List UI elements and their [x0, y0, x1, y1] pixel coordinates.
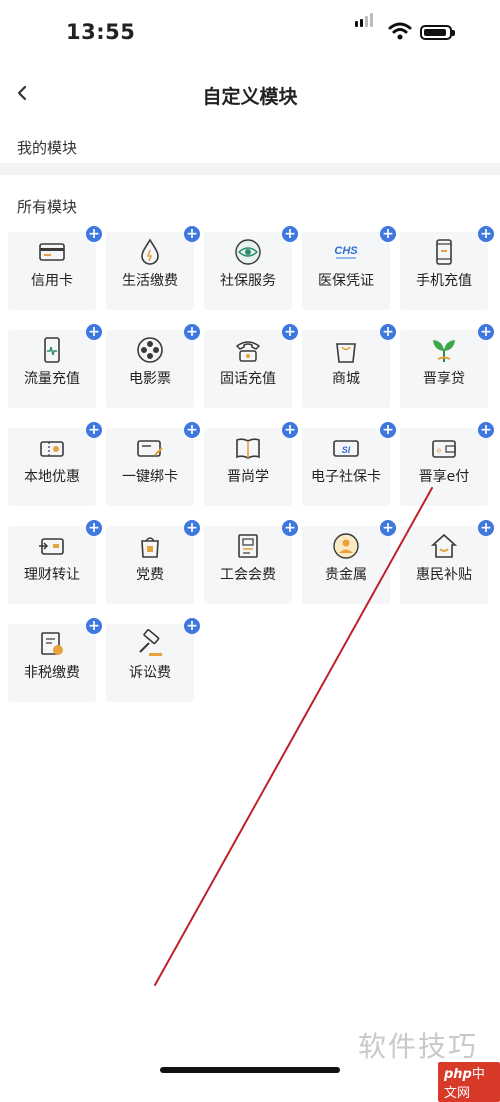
home-indicator[interactable]	[160, 1067, 340, 1073]
watermark-brand: php	[444, 1067, 472, 1082]
annotation-line	[154, 487, 433, 986]
watermark-text: 软件技巧	[358, 1030, 479, 1063]
watermark-logo: php中文网	[438, 1062, 500, 1102]
